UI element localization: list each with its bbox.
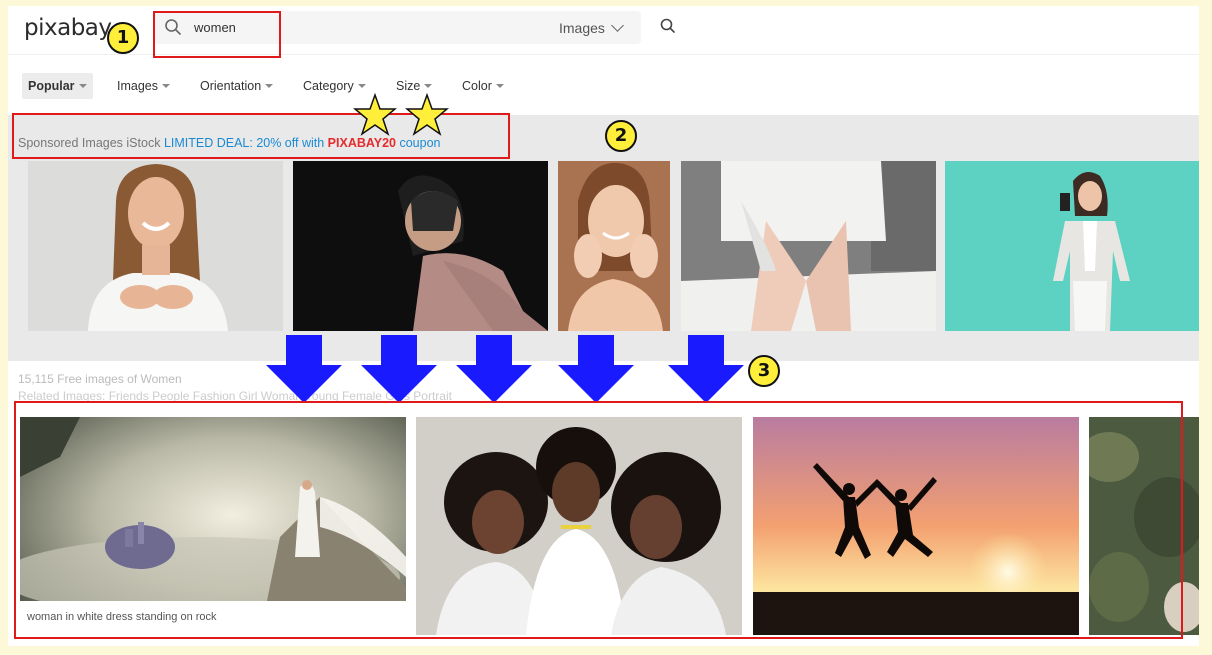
- filter-orientation[interactable]: Orientation: [194, 73, 279, 99]
- filter-label: Color: [462, 79, 492, 93]
- arrow-down-icon: [668, 335, 744, 403]
- star-icon: [353, 93, 397, 136]
- caret-down-icon: [357, 84, 366, 88]
- pixabay-logo[interactable]: pixabay: [24, 15, 112, 41]
- sponsored-image[interactable]: [28, 161, 283, 331]
- sponsored-image[interactable]: [558, 161, 670, 331]
- filter-label: Popular: [28, 79, 75, 93]
- filter-bar: Popular Images Orientation Category Size…: [8, 68, 1199, 105]
- sponsored-image[interactable]: [681, 161, 936, 331]
- search-type-label: Images: [559, 20, 605, 36]
- results-count: 15,115 Free images of Women: [18, 372, 182, 386]
- caret-down-icon: [78, 84, 87, 88]
- browser-page: pixabay Images Popular Images Orientatio…: [8, 6, 1199, 646]
- caret-down-icon: [265, 84, 274, 88]
- search-submit-icon[interactable]: [659, 17, 677, 35]
- annotation-box-search: [153, 11, 281, 58]
- annotation-box-results: [14, 401, 1183, 639]
- filter-popular[interactable]: Popular: [22, 73, 93, 99]
- filter-label: Size: [396, 79, 421, 93]
- filter-images[interactable]: Images: [111, 73, 176, 99]
- chevron-down-icon: [611, 19, 624, 32]
- arrow-down-icon: [558, 335, 634, 403]
- sponsored-image[interactable]: [945, 161, 1199, 331]
- caret-down-icon: [162, 84, 170, 88]
- filter-label: Orientation: [200, 79, 262, 93]
- filter-color[interactable]: Color: [456, 73, 510, 99]
- arrow-down-icon: [456, 335, 532, 403]
- sponsored-image[interactable]: [293, 161, 548, 331]
- annotation-badge: 2: [605, 120, 637, 152]
- star-icon: [405, 93, 449, 136]
- arrow-down-icon: [361, 335, 437, 403]
- caret-down-icon: [424, 84, 433, 88]
- filter-label: Images: [117, 79, 158, 93]
- filter-label: Category: [303, 79, 354, 93]
- annotation-badge: 1: [107, 22, 139, 54]
- arrow-down-icon: [266, 335, 342, 403]
- annotation-badge: 3: [748, 355, 780, 387]
- search-type-dropdown[interactable]: Images: [559, 19, 624, 36]
- caret-down-icon: [495, 84, 504, 88]
